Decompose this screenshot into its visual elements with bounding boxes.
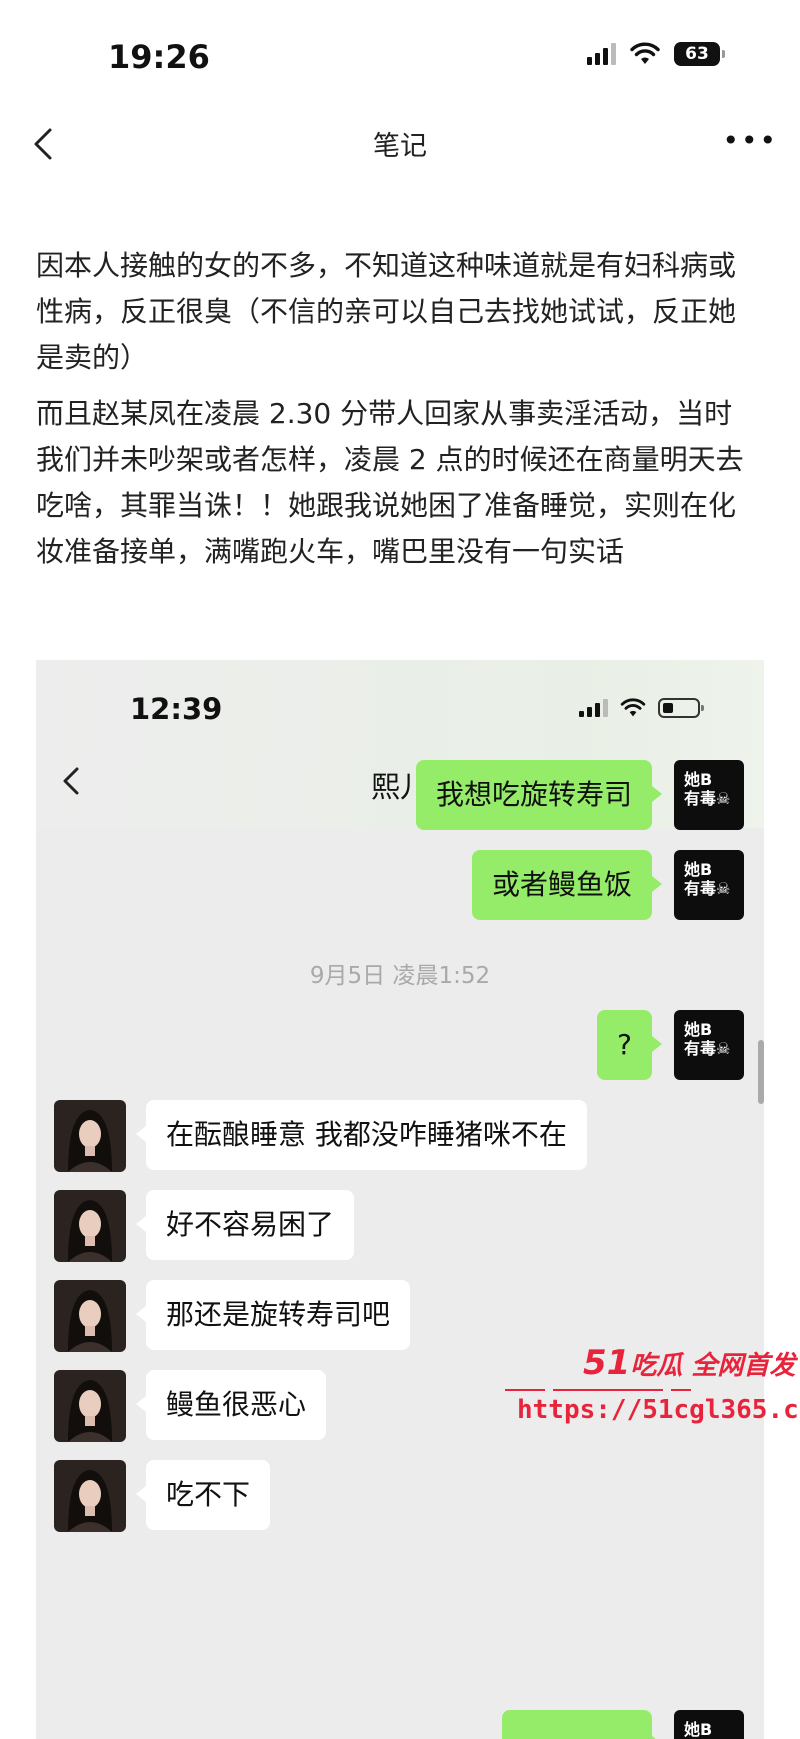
received-message-bubble: 在酝酿睡意 我都没咋睡猪咪不在 [136, 1100, 587, 1170]
contact-avatar [54, 1370, 126, 1442]
embedded-battery-icon [658, 698, 704, 718]
watermark-brand-text: 吃瓜 全网首发 [630, 1351, 796, 1381]
received-message-bubble: 吃不下 [135, 1460, 271, 1530]
message-row: 或者鳗鱼饭 她B 有毒☠ [36, 850, 764, 920]
page-title: 笔记 [373, 131, 427, 162]
avatar-text: 她B [684, 1720, 713, 1739]
message-row-partial: 她B [36, 1710, 764, 1739]
note-paragraph-2: 而且赵某凤在凌晨 2.30 分带人回家从事卖淫活动，当时我们并未吵架或者怎样，凌… [36, 397, 744, 568]
contact-avatar [54, 1190, 126, 1262]
battery-icon: 63 [674, 42, 725, 66]
embedded-status-icons [579, 698, 704, 718]
self-avatar: 她B 有毒☠ [674, 760, 744, 830]
watermark-decoration [505, 1389, 691, 1391]
status-time: 19:26 [108, 38, 210, 76]
status-icons: 63 [587, 42, 725, 66]
embedded-status-time: 12:39 [130, 692, 223, 726]
avatar-text: 有毒☠ [684, 1039, 731, 1058]
avatar-text: 她B [684, 860, 713, 879]
watermark-url: https://51cgl365.com [517, 1395, 800, 1425]
chat-time-divider: 9月5日 凌晨1:52 [309, 963, 491, 989]
sent-message-bubble: 或者鳗鱼饭 [471, 850, 663, 920]
status-bar: 19:26 63 [0, 0, 800, 110]
avatar-text: 她B [684, 770, 713, 789]
watermark-brand-number: 51 [583, 1343, 631, 1383]
sent-message-bubble: 我想吃旋转寿司 [415, 760, 663, 830]
embedded-chat-screenshot: 12:39 熙儿 ••• 我想吃旋转寿司 她B 有毒☠ 或者鳗鱼饭 [36, 660, 764, 1739]
watermark-brand: 51吃瓜 全网首发 [583, 1343, 795, 1383]
contact-avatar [54, 1100, 126, 1172]
received-message-bubble: 鳗鱼很恶心 [135, 1370, 327, 1440]
contact-avatar [54, 1460, 126, 1532]
self-avatar-partial: 她B [674, 1710, 744, 1739]
sent-message-bubble: ? [597, 1010, 662, 1080]
note-paragraph-1: 因本人接触的女的不多，不知道这种味道就是有妇科病或性病，反正很臭（不信的亲可以自… [36, 249, 737, 374]
message-row: 好不容易困了 [36, 1190, 764, 1262]
note-body: 因本人接触的女的不多，不知道这种味道就是有妇科病或性病，反正很臭（不信的亲可以自… [36, 243, 756, 585]
message-row: 在酝酿睡意 我都没咋睡猪咪不在 [36, 1100, 764, 1172]
message-row: 我想吃旋转寿司 她B 有毒☠ [36, 760, 764, 830]
watermark: 51吃瓜 全网首发 https://51cgl365.com [505, 1343, 800, 1433]
sent-message-bubble-partial [502, 1710, 662, 1739]
contact-avatar [54, 1280, 126, 1352]
embedded-cellular-signal-icon [579, 699, 608, 717]
message-row: 吃不下 [36, 1460, 764, 1532]
message-row: ? 她B 有毒☠ [36, 1010, 764, 1080]
avatar-text: 她B [684, 1020, 713, 1039]
received-message-bubble: 那还是旋转寿司吧 [135, 1280, 411, 1350]
avatar-text: 有毒☠ [684, 789, 731, 808]
avatar-text: 有毒☠ [684, 879, 731, 898]
more-options-icon[interactable]: ••• [722, 127, 778, 155]
battery-level: 63 [685, 44, 709, 64]
cellular-signal-icon [587, 43, 616, 65]
received-message-bubble: 好不容易困了 [135, 1190, 355, 1260]
message-row: 那还是旋转寿司吧 [36, 1280, 764, 1352]
nav-bar: 笔记 ••• [0, 110, 800, 180]
self-avatar: 她B 有毒☠ [674, 850, 744, 920]
wifi-icon [630, 42, 660, 64]
embedded-wifi-icon [620, 698, 646, 717]
self-avatar: 她B 有毒☠ [674, 1010, 744, 1080]
